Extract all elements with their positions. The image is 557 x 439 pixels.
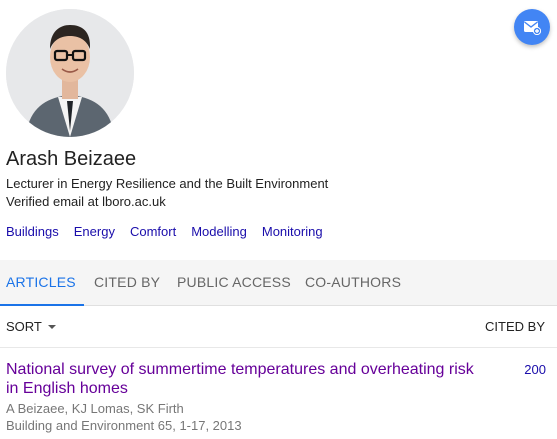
interest-link-comfort[interactable]: Comfort	[130, 224, 176, 239]
follow-button[interactable]	[514, 9, 550, 45]
sort-button[interactable]: SORT	[6, 319, 56, 334]
profile-affiliation: Lecturer in Energy Resilience and the Bu…	[6, 176, 329, 191]
article-title-link[interactable]: National survey of summertime temperatur…	[6, 360, 486, 398]
profile-name: Arash Beizaee	[6, 148, 137, 170]
tab-articles[interactable]: ARTICLES	[0, 260, 84, 306]
sort-label: SORT	[6, 319, 42, 334]
interest-link-modelling[interactable]: Modelling	[191, 224, 247, 239]
interest-link-buildings[interactable]: Buildings	[6, 224, 59, 239]
profile-photo-illustration	[6, 9, 134, 137]
article-cited-by-count[interactable]: 200	[524, 362, 546, 377]
email-add-icon	[524, 21, 541, 35]
cited-by-column-header[interactable]: CITED BY	[485, 319, 545, 334]
article-list-header: SORT CITED BY	[0, 306, 557, 348]
interest-link-monitoring[interactable]: Monitoring	[262, 224, 323, 239]
caret-down-icon	[47, 324, 56, 329]
profile-photo	[6, 9, 134, 137]
article-venue: Building and Environment 65, 1-17, 2013	[6, 418, 242, 433]
tab-co-authors[interactable]: CO-AUTHORS	[305, 260, 401, 306]
article-authors: A Beizaee, KJ Lomas, SK Firth	[6, 401, 184, 416]
profile-tab-bar: ARTICLES CITED BY PUBLIC ACCESS CO-AUTHO…	[0, 260, 557, 306]
article-row: National survey of summertime temperatur…	[6, 360, 546, 433]
tab-cited-by[interactable]: CITED BY	[94, 260, 160, 306]
profile-verified-email: Verified email at lboro.ac.uk	[6, 194, 166, 209]
interest-link-energy[interactable]: Energy	[74, 224, 115, 239]
interests-list: Buildings Energy Comfort Modelling Monit…	[6, 224, 338, 239]
tab-public-access[interactable]: PUBLIC ACCESS	[177, 260, 291, 306]
